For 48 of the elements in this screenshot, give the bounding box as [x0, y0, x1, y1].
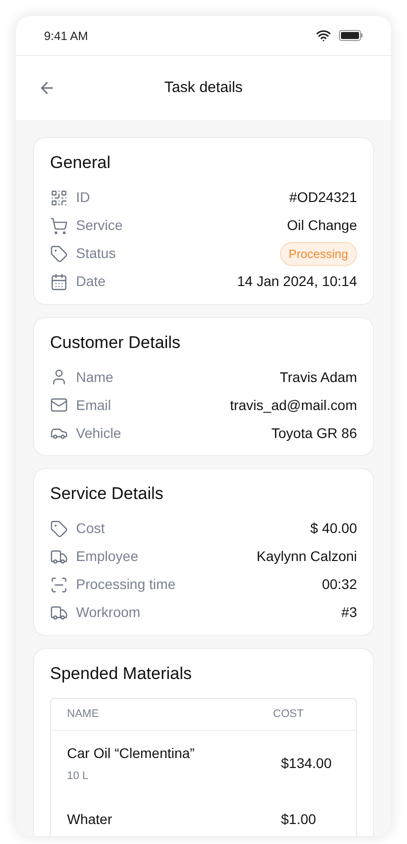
field-label: Name — [76, 368, 114, 386]
field-label: Employee — [76, 547, 138, 566]
field-value: Toyota GR 86 — [271, 424, 357, 443]
field-value: $ 40.00 — [310, 519, 357, 538]
truck-icon — [50, 548, 68, 566]
wifi-icon — [316, 28, 331, 43]
calendar-icon — [50, 272, 68, 290]
field-label: Cost — [76, 519, 105, 538]
scan-icon — [50, 576, 68, 594]
field-label: Date — [76, 272, 106, 291]
section-title: Service Details — [50, 483, 164, 505]
material-cost: $1.00 — [281, 810, 316, 828]
field-value: 14 Jan 2024, 10:14 — [237, 272, 357, 291]
section-title: Customer Details — [50, 332, 182, 354]
envelope-icon — [50, 396, 68, 414]
field-value: Travis Adam — [280, 368, 357, 386]
section-title: General — [50, 152, 112, 174]
section-title: Spended Materials — [50, 662, 193, 684]
field-label: Email — [76, 396, 112, 414]
status-time: 9:41 AM — [44, 28, 88, 44]
field-value: Oil Change — [286, 216, 357, 235]
field-label: ID — [76, 188, 90, 207]
material-cost: $134.00 — [281, 754, 332, 774]
tag-icon — [50, 244, 68, 262]
battery-icon — [339, 30, 363, 41]
field-value: Kaylynn Calzoni — [256, 547, 357, 566]
field-value: #OD24321 — [289, 188, 357, 207]
field-label: Vehicle — [76, 424, 122, 442]
field-label: Status — [76, 244, 116, 263]
page-title: Task details — [164, 78, 243, 98]
material-name: Whater — [67, 810, 114, 828]
material-amount: 10 L — [67, 769, 90, 784]
column-header: COST — [273, 707, 304, 722]
tag-icon — [50, 520, 68, 538]
field-value: #3 — [341, 603, 357, 622]
material-name: Car Oil “Clementina” — [67, 744, 196, 763]
cart-icon — [50, 216, 68, 234]
back-button[interactable] — [38, 79, 56, 97]
field-label: Processing time — [76, 575, 176, 594]
user-icon — [50, 368, 68, 386]
qr-code-icon — [50, 188, 68, 206]
column-header: NAME — [67, 707, 100, 722]
field-value: 00:32 — [322, 575, 357, 594]
truck-icon — [50, 604, 68, 622]
status-badge: Processing — [280, 242, 357, 266]
field-label: Workroom — [76, 603, 140, 622]
field-value: travis_ad@mail.com — [230, 396, 357, 415]
field-label: Service — [76, 216, 123, 235]
